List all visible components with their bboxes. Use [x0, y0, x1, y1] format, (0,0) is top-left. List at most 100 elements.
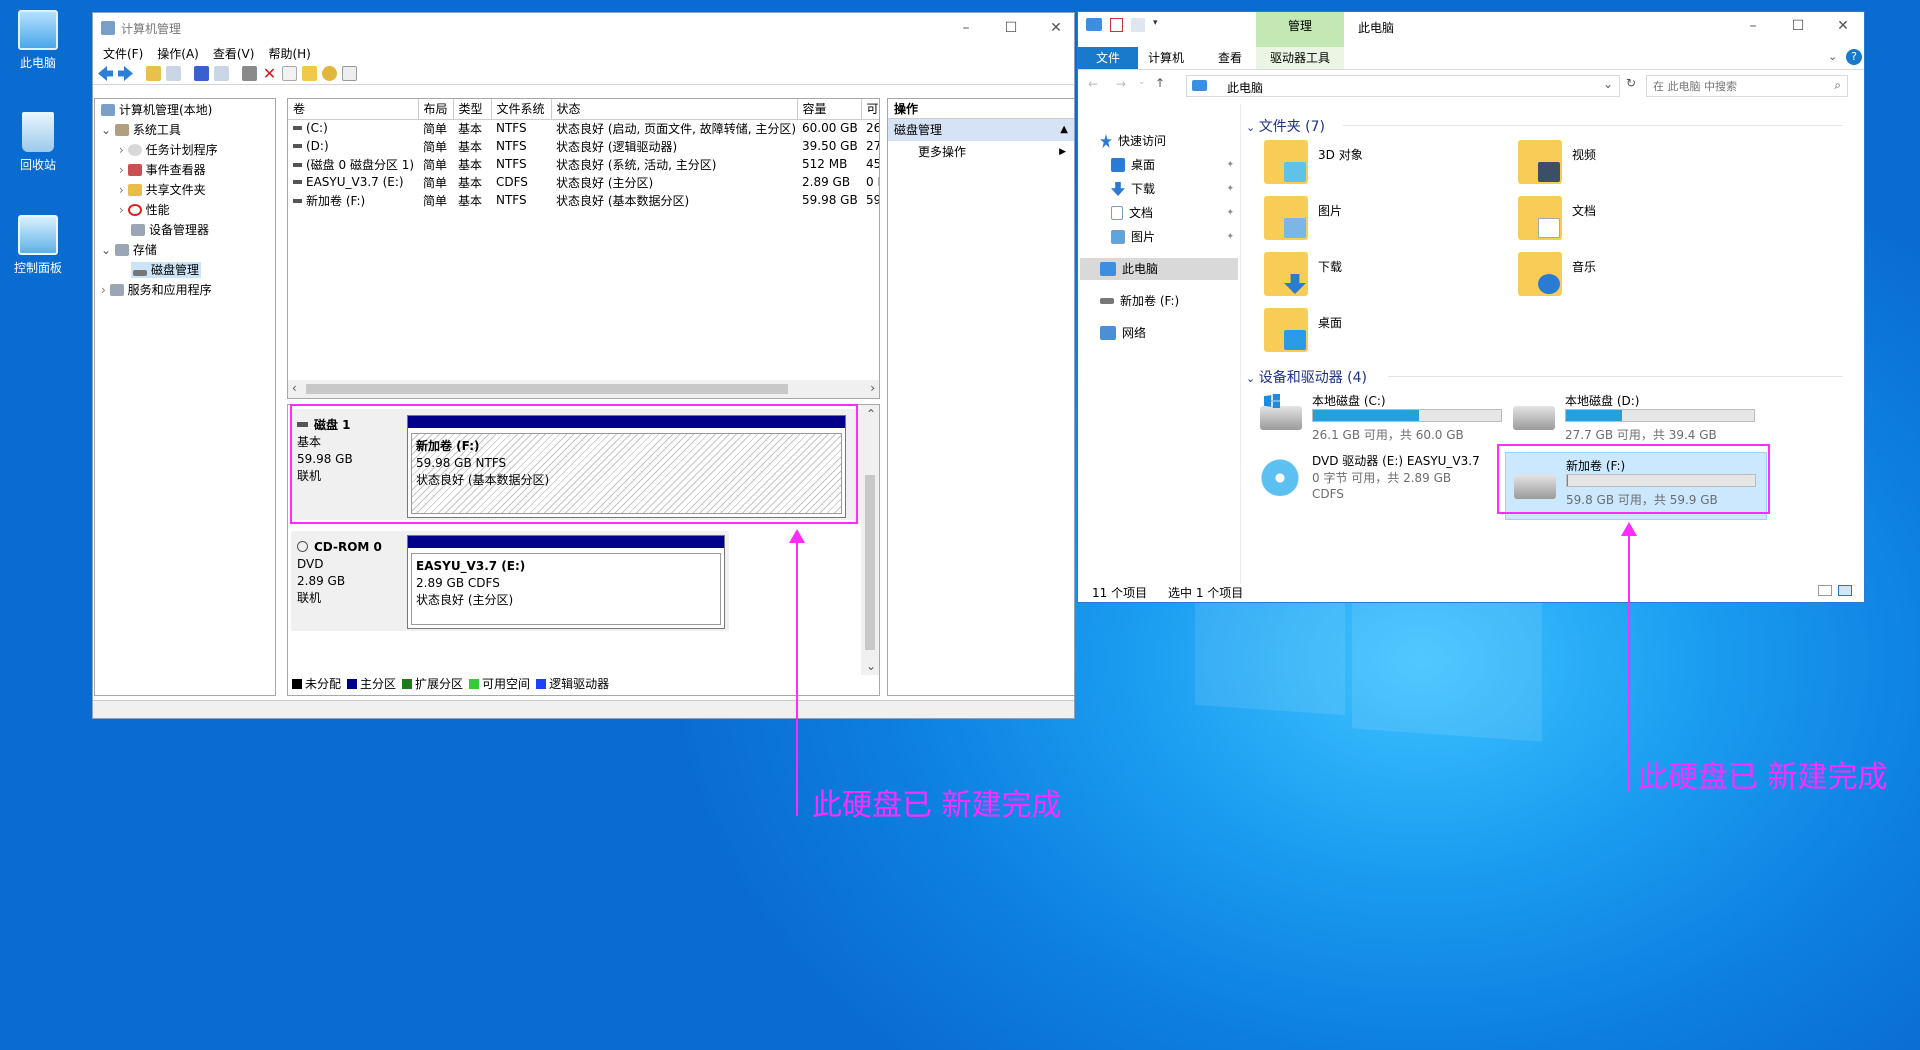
- tree-item-event-viewer[interactable]: › 事件查看器: [95, 160, 275, 180]
- scroll-left-icon[interactable]: ‹: [292, 381, 297, 395]
- tree-item-shared-folders[interactable]: › 共享文件夹: [95, 180, 275, 200]
- maximize-button[interactable]: ☐: [1001, 18, 1021, 38]
- collapse-icon[interactable]: ▲: [1060, 119, 1068, 141]
- tree-item-task-scheduler[interactable]: › 任务计划程序: [95, 140, 275, 160]
- tree-item-device-manager[interactable]: 设备管理器: [95, 220, 275, 240]
- up-icon[interactable]: ↑: [1155, 76, 1165, 90]
- partition-e[interactable]: EASYU_V3.7 (E:) 2.89 GB CDFS 状态良好 (主分区): [407, 535, 725, 629]
- address-dropdown-icon[interactable]: ⌄: [1603, 77, 1613, 91]
- nav-documents[interactable]: 文档 ✦: [1111, 202, 1238, 224]
- column-header[interactable]: 容量: [797, 99, 862, 120]
- tree-item-storage[interactable]: ⌄ 存储: [95, 240, 275, 260]
- close-button[interactable]: ✕: [1833, 16, 1853, 36]
- minimize-button[interactable]: –: [1743, 16, 1763, 36]
- tab-computer[interactable]: 计算机: [1138, 47, 1194, 69]
- drive-d[interactable]: 本地磁盘 (D:) 27.7 GB 可用，共 39.4 GB: [1513, 392, 1773, 448]
- folder-pictures[interactable]: 图片: [1264, 196, 1504, 248]
- tree-item-disk-management[interactable]: 磁盘管理: [95, 260, 275, 280]
- search-icon[interactable]: [322, 66, 337, 81]
- folder-videos[interactable]: 视频: [1518, 140, 1758, 192]
- pin-icon[interactable]: ✦: [1226, 154, 1234, 176]
- column-header[interactable]: 状态: [551, 99, 798, 120]
- forward-icon[interactable]: [118, 66, 133, 81]
- help-icon[interactable]: ?: [1846, 49, 1862, 65]
- delete-icon[interactable]: ✕: [262, 66, 277, 82]
- tree-item-performance[interactable]: › 性能: [95, 200, 275, 220]
- pin-icon[interactable]: ✦: [1226, 226, 1234, 248]
- column-header[interactable]: 布局: [418, 99, 454, 120]
- folder-3d-objects[interactable]: 3D 对象: [1264, 140, 1504, 192]
- tab-file[interactable]: 文件: [1078, 47, 1139, 69]
- horizontal-scrollbar[interactable]: ‹ ›: [288, 380, 879, 398]
- drive-e[interactable]: DVD 驱动器 (E:) EASYU_V3.7 0 字节 可用，共 2.89 G…: [1260, 452, 1520, 508]
- minimize-button[interactable]: –: [956, 18, 976, 38]
- console-icon[interactable]: [214, 66, 229, 81]
- menu-action[interactable]: 操作(A): [157, 45, 199, 62]
- menu-help[interactable]: 帮助(H): [268, 45, 310, 62]
- properties-icon[interactable]: [1110, 18, 1123, 32]
- drives-group-header[interactable]: ⌄ 设备和驱动器 (4): [1246, 367, 1367, 387]
- vertical-scrollbar[interactable]: ⌃ ⌄: [861, 405, 879, 675]
- pin-icon[interactable]: ✦: [1226, 178, 1234, 200]
- nav-network[interactable]: 网络: [1100, 322, 1146, 344]
- desktop-icon-recycle-bin[interactable]: 回收站: [4, 112, 72, 173]
- properties-icon[interactable]: [302, 66, 317, 81]
- connect-icon[interactable]: [242, 66, 257, 81]
- expand-ribbon-icon[interactable]: ⌄: [1828, 50, 1837, 63]
- help-icon[interactable]: [194, 66, 209, 81]
- tab-view[interactable]: 查看: [1208, 47, 1252, 69]
- column-header[interactable]: 类型: [453, 99, 492, 120]
- recent-dropdown-icon[interactable]: ⌄: [1138, 77, 1146, 87]
- scroll-down-icon[interactable]: ⌄: [866, 659, 876, 673]
- pin-icon[interactable]: ✦: [1226, 202, 1234, 224]
- folder-desktop[interactable]: 桌面: [1264, 308, 1504, 360]
- maximize-button[interactable]: ☐: [1788, 16, 1808, 36]
- check-icon[interactable]: [282, 66, 297, 81]
- back-icon[interactable]: [98, 66, 113, 81]
- drive-c[interactable]: 本地磁盘 (C:) 26.1 GB 可用，共 60.0 GB: [1260, 392, 1520, 448]
- search-box[interactable]: ⌕: [1646, 75, 1848, 97]
- tree-item-system-tools[interactable]: ⌄ 系统工具: [95, 120, 275, 140]
- table-row[interactable]: (磁盘 0 磁盘分区 1) 简单 基本 NTFS 状态良好 (系统, 活动, 主分区) 5…: [288, 155, 879, 173]
- nav-desktop[interactable]: 桌面 ✦: [1111, 154, 1238, 176]
- table-row[interactable]: (C:) 简单 基本 NTFS 状态良好 (启动, 页面文件, 故障转储, 主分区) 60…: [288, 119, 879, 137]
- list-icon[interactable]: [342, 66, 357, 81]
- details-view-icon[interactable]: [1818, 585, 1832, 596]
- tab-drive-tools[interactable]: 驱动器工具: [1256, 47, 1344, 69]
- scrollbar-thumb[interactable]: [306, 384, 788, 394]
- dropdown-icon[interactable]: ▾: [1153, 18, 1158, 32]
- scrollbar-thumb[interactable]: [865, 475, 875, 650]
- show-hide-tree-icon[interactable]: [166, 66, 181, 81]
- scroll-right-icon[interactable]: ›: [870, 381, 875, 395]
- close-button[interactable]: ✕: [1046, 18, 1066, 38]
- nav-pictures[interactable]: 图片 ✦: [1111, 226, 1238, 248]
- folders-group-header[interactable]: ⌄ 文件夹 (7): [1246, 116, 1325, 136]
- more-actions[interactable]: 更多操作 ▶: [888, 141, 1074, 163]
- nav-downloads[interactable]: 下载 ✦: [1111, 178, 1238, 200]
- nav-this-pc[interactable]: 此电脑: [1080, 258, 1238, 280]
- tree-item-services-apps[interactable]: › 服务和应用程序: [95, 280, 275, 300]
- search-input[interactable]: [1653, 78, 1823, 94]
- folder-documents[interactable]: 文档: [1518, 196, 1758, 248]
- up-folder-icon[interactable]: [146, 66, 161, 81]
- desktop-icon-control-panel[interactable]: 控制面板: [4, 215, 72, 276]
- menu-file[interactable]: 文件(F): [103, 45, 143, 62]
- column-header[interactable]: 文件系统: [491, 99, 552, 120]
- tree-item-computer-management[interactable]: 计算机管理(本地): [95, 100, 275, 120]
- column-header[interactable]: 卷: [288, 99, 419, 120]
- address-bar[interactable]: 此电脑 ⌄: [1186, 75, 1620, 97]
- folder-downloads[interactable]: 下载: [1264, 252, 1504, 304]
- actions-section[interactable]: 磁盘管理 ▲: [888, 119, 1074, 141]
- scroll-up-icon[interactable]: ⌃: [866, 407, 876, 421]
- column-header[interactable]: 可: [861, 99, 879, 120]
- new-folder-icon[interactable]: [1131, 18, 1145, 32]
- menu-view[interactable]: 查看(V): [213, 45, 255, 62]
- computer-icon[interactable]: [1086, 18, 1102, 31]
- nav-quick-access[interactable]: 快速访问: [1100, 130, 1166, 152]
- forward-icon[interactable]: →: [1116, 77, 1126, 91]
- desktop-icon-this-pc[interactable]: 此电脑: [4, 10, 72, 71]
- back-icon[interactable]: ←: [1088, 77, 1098, 91]
- table-row[interactable]: 新加卷 (F:) 简单 基本 NTFS 状态良好 (基本数据分区) 59.98 GB 59: [288, 191, 879, 209]
- table-row[interactable]: (D:) 简单 基本 NTFS 状态良好 (逻辑驱动器) 39.50 GB 27: [288, 137, 879, 155]
- large-icons-view-icon[interactable]: [1838, 585, 1852, 596]
